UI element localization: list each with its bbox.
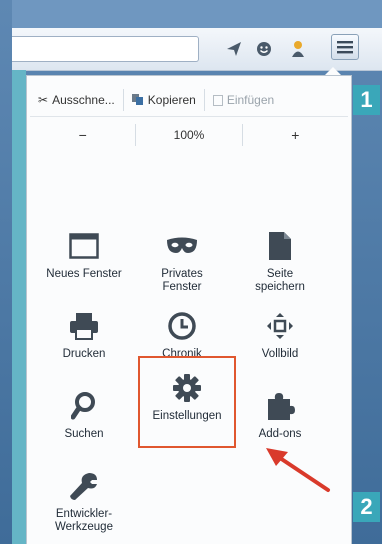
url-bar[interactable]: [12, 36, 199, 62]
paste-label: Einfügen: [226, 93, 275, 107]
zoom-controls: − 100% +: [30, 118, 348, 152]
private-window-button[interactable]: Privates Fenster: [134, 228, 230, 306]
copy-label: Kopieren: [147, 93, 196, 107]
page-icon: [268, 228, 292, 264]
clipboard-icon: [212, 95, 223, 106]
copy-icon: [131, 94, 143, 105]
fullscreen-icon: [266, 308, 294, 344]
tile-label: Vollbild: [261, 348, 299, 360]
smiley-icon[interactable]: [254, 39, 274, 59]
tile-label: Add-ons: [258, 428, 302, 440]
user-icon[interactable]: [288, 39, 308, 59]
page-content-edge: [12, 70, 26, 544]
developer-tools-button[interactable]: Entwickler-Werkzeuge: [36, 468, 132, 544]
new-window-button[interactable]: Neues Fenster: [36, 228, 132, 306]
zoom-in-button[interactable]: +: [243, 124, 348, 146]
tile-label: Einstellungen: [152, 410, 222, 422]
red-arrow-annotation: [266, 448, 330, 492]
navigation-toolbar: [12, 28, 382, 71]
tile-label: Neues Fenster: [46, 268, 122, 280]
tile-label: Drucken: [62, 348, 106, 360]
wrench-icon: [69, 468, 99, 504]
cut-button[interactable]: ✂ Ausschne...: [30, 89, 124, 111]
settings-button[interactable]: Einstellungen: [138, 356, 236, 448]
edit-controls: ✂ Ausschne... Kopieren Einfügen: [30, 84, 348, 117]
tile-label: Suchen: [64, 428, 104, 440]
magnifier-icon: [71, 388, 97, 424]
zoom-reset-button[interactable]: 100%: [136, 124, 243, 146]
clock-icon: [167, 308, 197, 344]
printer-icon: [69, 308, 99, 344]
cut-label: Ausschne...: [52, 93, 115, 107]
puzzle-icon: [265, 388, 295, 424]
print-button[interactable]: Drucken: [36, 308, 132, 386]
send-icon[interactable]: [224, 39, 244, 59]
paste-button[interactable]: Einfügen: [205, 89, 282, 111]
title-bar: [12, 0, 382, 28]
callout-badge-2: 2: [353, 492, 380, 522]
hamburger-menu-button[interactable]: [331, 34, 359, 60]
copy-button[interactable]: Kopieren: [124, 89, 205, 111]
save-page-button[interactable]: Seite speichern: [232, 228, 328, 306]
tile-label: Privates Fenster: [161, 268, 203, 293]
callout-badge-1: 1: [353, 85, 380, 115]
fullscreen-button[interactable]: Vollbild: [232, 308, 328, 386]
search-button[interactable]: Suchen: [36, 388, 132, 466]
tile-label: Entwickler-Werkzeuge: [55, 508, 113, 533]
gear-icon: [172, 370, 202, 406]
panel-arrow: [325, 67, 341, 75]
tile-label: Seite speichern: [255, 268, 305, 293]
mask-icon: [166, 228, 198, 264]
scissors-icon: ✂: [38, 93, 49, 107]
window-icon: [69, 228, 99, 264]
zoom-out-button[interactable]: −: [30, 124, 137, 146]
hamburger-menu-icon: [337, 41, 353, 54]
